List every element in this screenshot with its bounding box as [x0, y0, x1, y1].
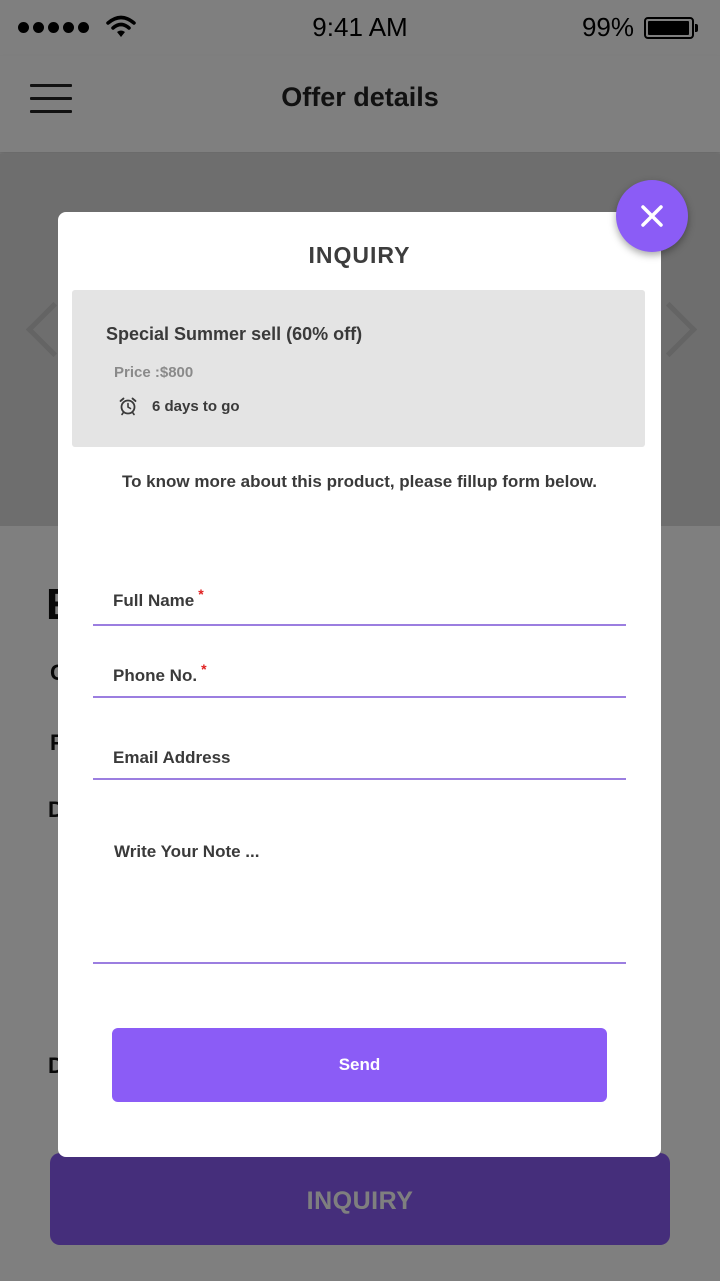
alarm-clock-icon [119, 397, 137, 416]
full-name-field[interactable]: Full Name * [93, 584, 626, 626]
email-field[interactable]: Email Address [93, 740, 626, 780]
full-name-label: Full Name * [113, 586, 204, 610]
send-button[interactable]: Send [112, 1028, 607, 1102]
close-modal-button[interactable] [616, 180, 688, 252]
required-marker: * [201, 661, 207, 677]
offer-price: Price :$800 [114, 364, 194, 381]
offer-deadline-text: 6 days to go [152, 397, 240, 415]
phone-label: Phone No. * [113, 661, 207, 685]
required-marker: * [198, 586, 204, 602]
phone-field[interactable]: Phone No. * [93, 660, 626, 698]
close-icon [641, 205, 663, 227]
email-label: Email Address [113, 748, 231, 767]
note-placeholder: Write Your Note ... [114, 842, 260, 861]
form-instruction: To know more about this product, please … [121, 472, 598, 491]
offer-deadline: 6 days to go [118, 396, 240, 416]
modal-title: INQUIRY [308, 242, 411, 268]
note-textarea[interactable]: Write Your Note ... [93, 832, 626, 964]
offer-title: Special Summer sell (60% off) [106, 324, 363, 344]
inquiry-modal: INQUIRY Special Summer sell (60% off) Pr… [58, 212, 661, 1157]
offer-summary-card: Special Summer sell (60% off) Price :$80… [72, 290, 645, 447]
